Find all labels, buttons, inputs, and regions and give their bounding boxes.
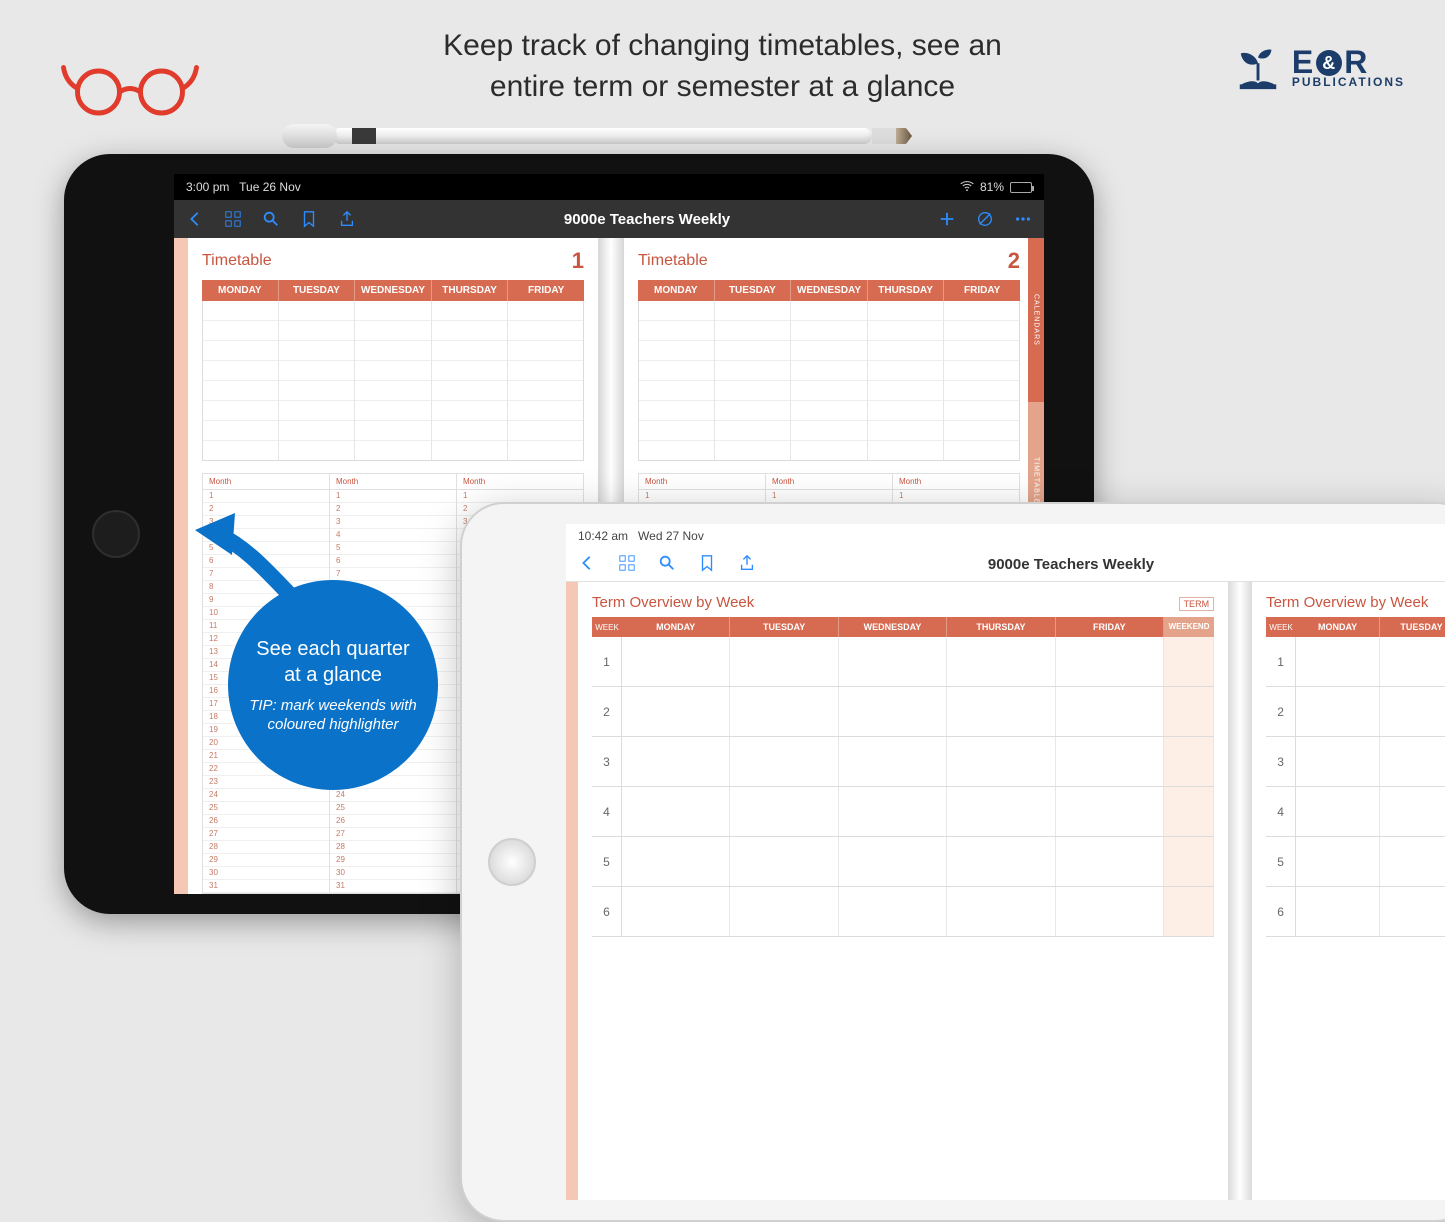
- col-fri: FRIDAY: [1056, 617, 1164, 637]
- planner-spread[interactable]: Term Overview by Week TERM WEEK MONDAY T…: [566, 582, 1445, 1200]
- col-weekend: WEEKEND: [1164, 617, 1214, 637]
- page-right: Term Overview by Week WEEK MONDAY TUESDA…: [1252, 582, 1445, 1200]
- term-grid[interactable]: 123456: [592, 637, 1214, 937]
- timetable-header: MONDAY TUESDAY WEDNESDAY THURSDAY FRIDAY: [202, 280, 584, 301]
- term-grid-header: WEEK MONDAY TUESDAY WEDNESDAY THURSDAY F…: [592, 617, 1214, 637]
- home-button[interactable]: [92, 510, 140, 558]
- document-title: 9000e Teachers Weekly: [988, 556, 1154, 573]
- page-right-title: Timetable: [638, 252, 708, 270]
- headline-line2: entire term or semester at a glance: [443, 67, 1002, 108]
- edit-button[interactable]: [976, 210, 994, 228]
- plant-book-icon: [1234, 44, 1282, 92]
- status-bar: 10:42 am Wed 27 Nov: [566, 524, 1445, 548]
- headline-line1: Keep track of changing timetables, see a…: [443, 26, 1002, 67]
- search-button[interactable]: [262, 210, 280, 228]
- battery-pct: 81%: [980, 180, 1004, 194]
- bookmark-button[interactable]: [300, 210, 318, 228]
- home-button[interactable]: [488, 838, 536, 886]
- col-mon: MONDAY: [638, 280, 715, 301]
- ipad-silver-screen: 10:42 am Wed 27 Nov 9000e Teachers Weekl…: [566, 524, 1445, 1200]
- term-overview-title: Term Overview by Week: [592, 594, 754, 611]
- document-title: 9000e Teachers Weekly: [564, 211, 730, 228]
- wk-header: WEEK: [592, 617, 622, 637]
- brand-amp: &: [1316, 50, 1342, 76]
- col-thu: THURSDAY: [432, 280, 509, 301]
- brand-e: E: [1292, 48, 1314, 77]
- col-mon: MONDAY: [202, 280, 279, 301]
- col-fri: FRIDAY: [508, 280, 584, 301]
- brand-text: E & R PUBLICATIONS: [1292, 48, 1405, 88]
- term-overview-title: Term Overview by Week: [1266, 594, 1428, 611]
- glasses-icon: [60, 50, 200, 120]
- col-thu: THURSDAY: [868, 280, 945, 301]
- status-time: 10:42 am: [578, 529, 628, 543]
- col-tue: TUESDAY: [730, 617, 838, 637]
- timetable-header: MONDAY TUESDAY WEDNESDAY THURSDAY FRIDAY: [638, 280, 1020, 301]
- col-mon: MONDAY: [622, 617, 730, 637]
- page-right-number: 2: [1008, 248, 1020, 274]
- apple-pencil: [282, 118, 912, 154]
- headline: Keep track of changing timetables, see a…: [443, 26, 1002, 107]
- bookmark-button[interactable]: [698, 554, 716, 576]
- grid-button[interactable]: [618, 554, 636, 576]
- app-toolbar: 9000e Teachers Weekly: [566, 548, 1445, 582]
- col-wed: WEDNESDAY: [839, 617, 947, 637]
- brand-r: R: [1344, 48, 1368, 77]
- page-left: Term Overview by Week TERM WEEK MONDAY T…: [578, 582, 1228, 1200]
- battery-icon: [1010, 182, 1032, 193]
- brand-sub: PUBLICATIONS: [1292, 77, 1405, 88]
- wifi-icon: [960, 179, 974, 196]
- col-tue: TUESDAY: [1380, 617, 1445, 637]
- page-left-number: 1: [572, 248, 584, 274]
- col-tue: TUESDAY: [715, 280, 792, 301]
- add-button[interactable]: [938, 210, 956, 228]
- term-label: TERM: [1179, 597, 1215, 611]
- ipad-silver: 10:42 am Wed 27 Nov 9000e Teachers Weekl…: [460, 502, 1445, 1222]
- col-thu: THURSDAY: [947, 617, 1055, 637]
- col-mon: MONDAY: [1296, 617, 1380, 637]
- col-fri: FRIDAY: [944, 280, 1020, 301]
- grid-button[interactable]: [224, 210, 242, 228]
- status-date: Wed 27 Nov: [638, 529, 704, 543]
- callout-headline: See each quarter at a glance: [248, 636, 418, 688]
- share-button[interactable]: [738, 554, 756, 576]
- timetable-grid[interactable]: [202, 301, 584, 461]
- wk-header: WEEK: [1266, 617, 1296, 637]
- status-bar: 3:00 pm Tue 26 Nov 81%: [174, 174, 1044, 200]
- callout-arrow-icon: [190, 505, 320, 615]
- brand-logo: E & R PUBLICATIONS: [1234, 44, 1405, 92]
- status-date: Tue 26 Nov: [239, 180, 301, 194]
- search-button[interactable]: [658, 554, 676, 576]
- timetable-grid[interactable]: [638, 301, 1020, 461]
- term-grid-header: WEEK MONDAY TUESDAY: [1266, 617, 1445, 637]
- app-toolbar: 9000e Teachers Weekly: [174, 200, 1044, 238]
- share-button[interactable]: [338, 210, 356, 228]
- col-wed: WEDNESDAY: [791, 280, 868, 301]
- more-button[interactable]: [1014, 210, 1032, 228]
- col-wed: WEDNESDAY: [355, 280, 432, 301]
- page-left-title: Timetable: [202, 252, 272, 270]
- tab-calendars[interactable]: CALENDARS: [1028, 238, 1044, 402]
- status-time: 3:00 pm: [186, 180, 229, 194]
- callout-tip: TIP: mark weekends with coloured highlig…: [248, 696, 418, 735]
- back-button[interactable]: [578, 554, 596, 576]
- term-grid[interactable]: 123456: [1266, 637, 1445, 937]
- back-button[interactable]: [186, 210, 204, 228]
- col-tue: TUESDAY: [279, 280, 356, 301]
